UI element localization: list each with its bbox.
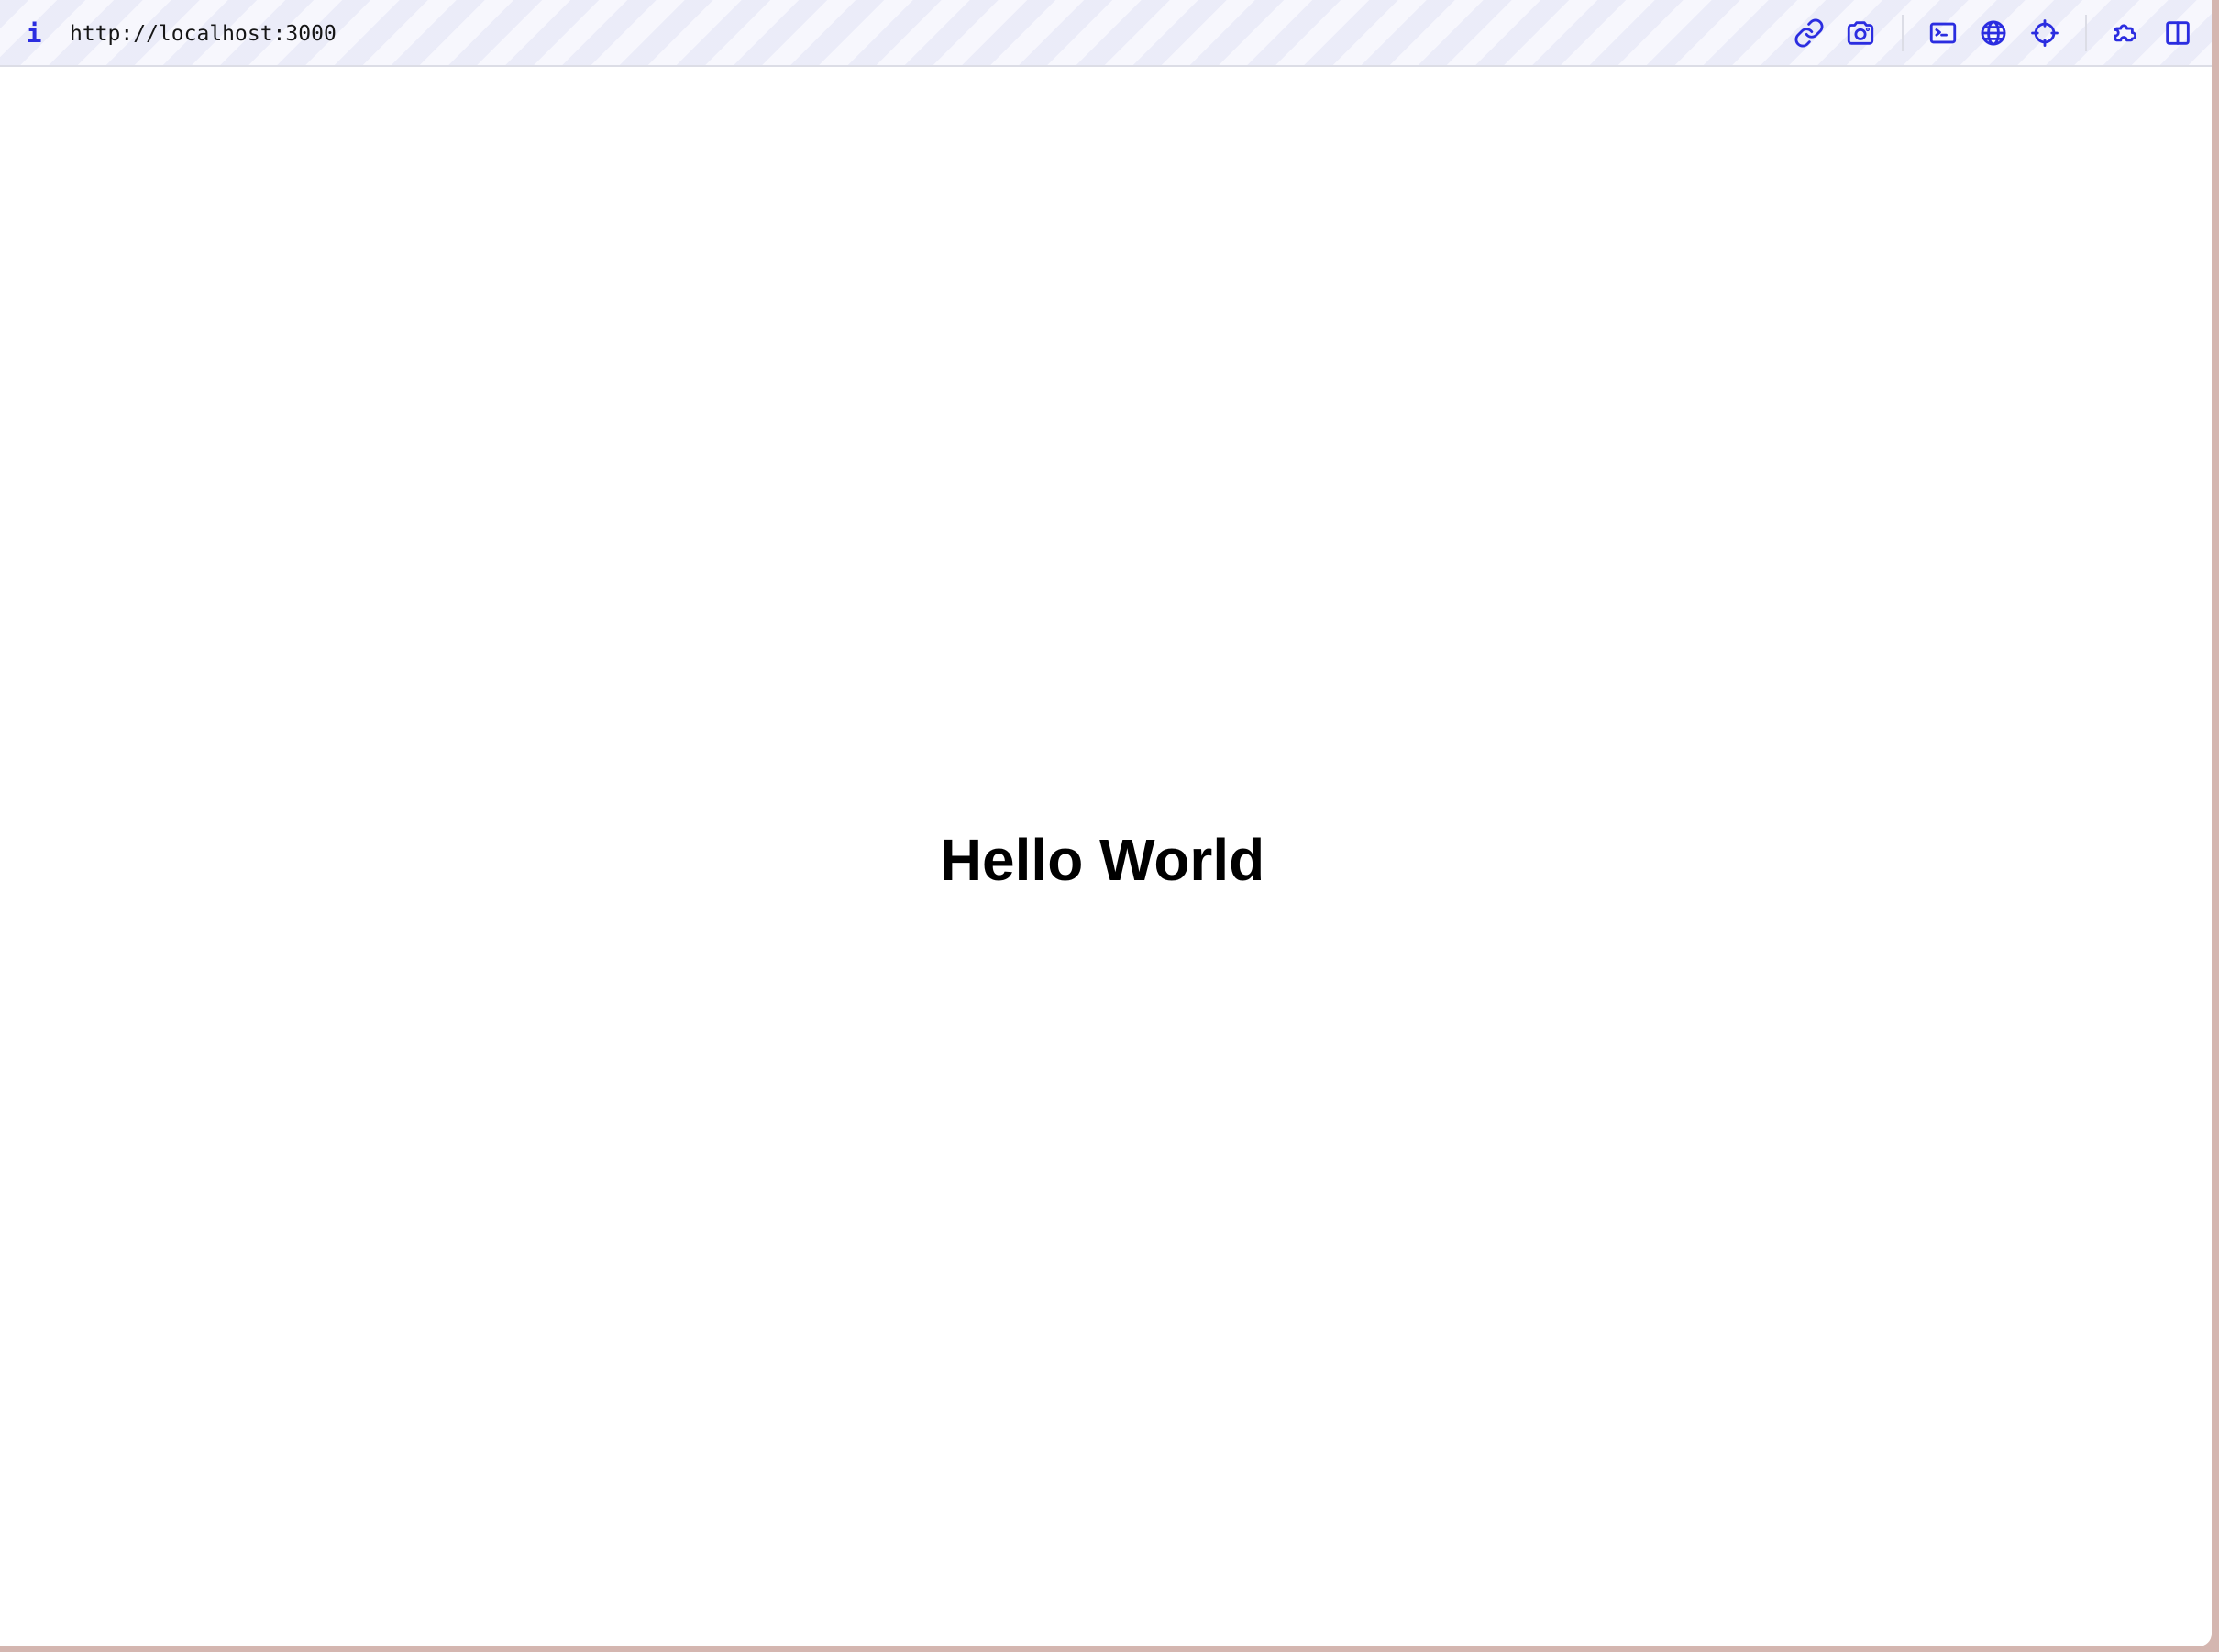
page-heading: Hello World	[939, 827, 1265, 893]
browser-window: i http://localhost:3000 Hello World	[0, 0, 2212, 1646]
toolbar: i http://localhost:3000	[0, 0, 2212, 67]
link-icon[interactable]	[1790, 14, 1828, 52]
sidebar-toggle-icon[interactable]	[2158, 14, 2197, 52]
toolbar-divider	[2085, 15, 2087, 51]
camera-icon[interactable]	[1841, 14, 1880, 52]
terminal-icon[interactable]	[1924, 14, 1962, 52]
url-display[interactable]: http://localhost:3000	[70, 17, 337, 51]
crosshair-icon[interactable]	[2026, 14, 2064, 52]
toolbar-divider	[1902, 15, 1904, 51]
info-button[interactable]: i	[20, 13, 48, 53]
globe-icon[interactable]	[1974, 14, 2013, 52]
puzzle-icon[interactable]	[2107, 14, 2146, 52]
